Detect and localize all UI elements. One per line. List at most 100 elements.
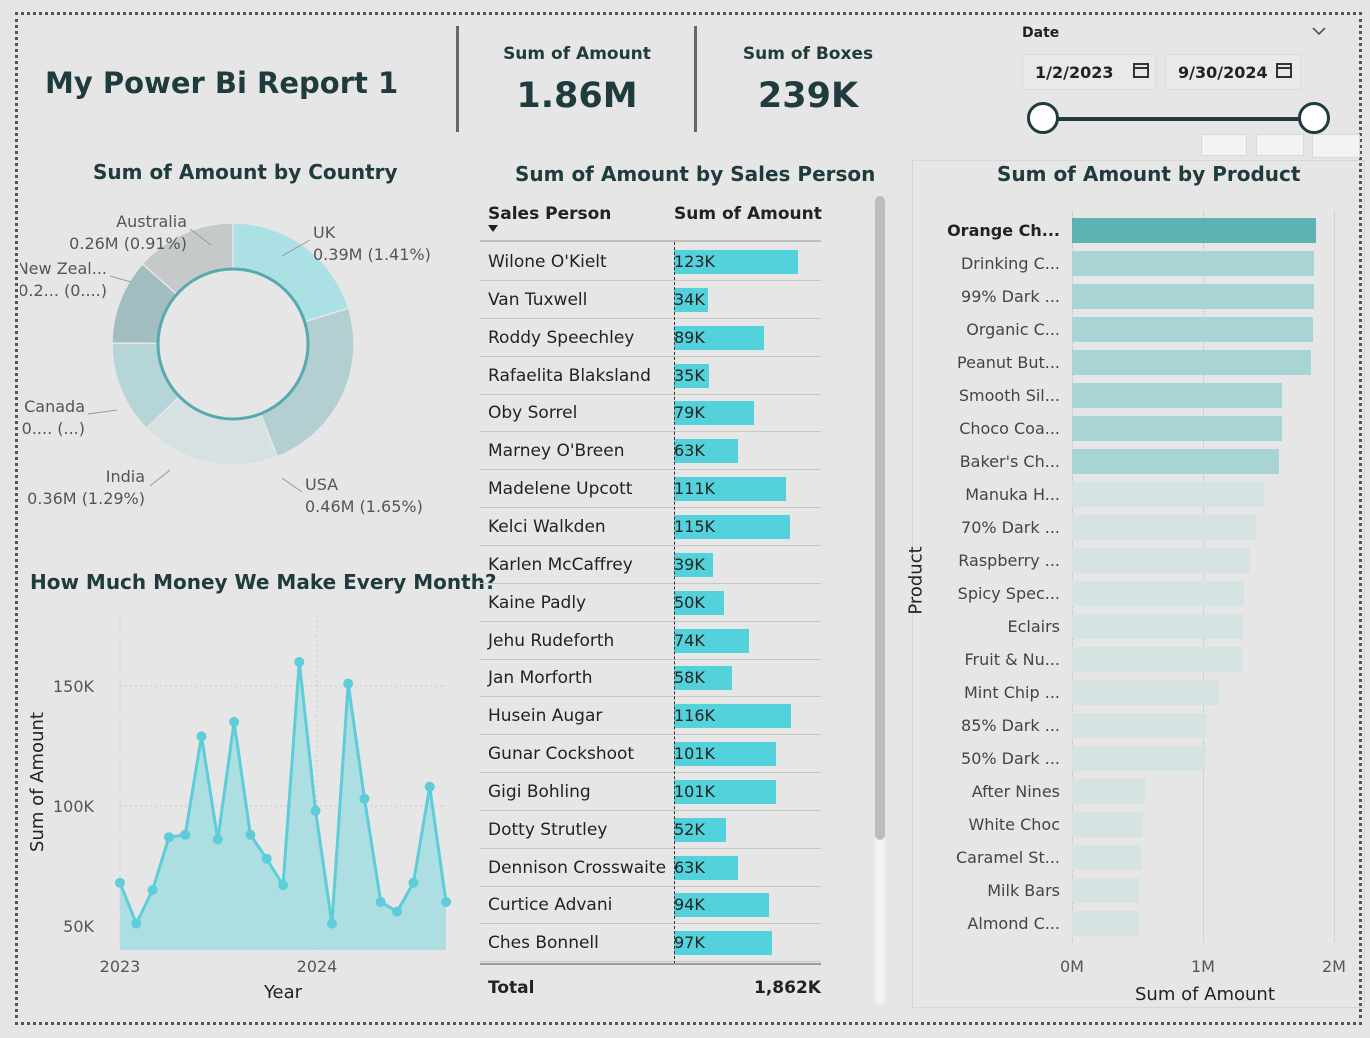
data-point[interactable]	[163, 832, 174, 843]
table-row[interactable]: Gunar Cockshoot 101K	[480, 735, 821, 774]
product-bar[interactable]	[1072, 647, 1242, 672]
calendar-icon[interactable]	[1276, 63, 1292, 78]
focus-mode-button[interactable]	[1201, 134, 1247, 156]
table-row[interactable]: Kelci Walkden 115K	[480, 508, 821, 546]
product-bar[interactable]	[1072, 416, 1282, 441]
sales-person-name: Curtice Advani	[488, 895, 613, 916]
column-header-sum-of-amount[interactable]: Sum of Amount	[674, 204, 822, 224]
product-bar[interactable]	[1072, 680, 1219, 705]
table-row[interactable]: Wilone O'Kielt 123K	[480, 243, 821, 281]
amount-value: 63K	[674, 857, 705, 877]
table-row[interactable]: Roddy Speechley 89K	[480, 319, 821, 357]
product-bar[interactable]	[1072, 812, 1144, 837]
chevron-down-icon[interactable]	[1310, 24, 1328, 38]
table-row[interactable]: Ches Bonnell 97K	[480, 924, 821, 963]
date-range-start-handle[interactable]	[1027, 102, 1059, 134]
table-row[interactable]: Dennison Crosswaite 63K	[480, 849, 821, 887]
sort-descending-icon[interactable]	[487, 224, 499, 233]
sales-person-name: Gunar Cockshoot	[488, 744, 635, 765]
product-bar[interactable]	[1072, 911, 1139, 936]
product-bar[interactable]	[1072, 746, 1207, 771]
product-bar[interactable]	[1072, 251, 1315, 276]
product-bar[interactable]	[1072, 284, 1314, 309]
data-point[interactable]	[310, 805, 321, 816]
product-bar[interactable]	[1072, 845, 1143, 870]
product-bar[interactable]	[1072, 383, 1283, 408]
line-chart[interactable]: 150K 100K 50K 2023 2024 Year Sum of Amount	[20, 600, 460, 1010]
table-row[interactable]: Marney O'Breen 63K	[480, 432, 821, 471]
data-point[interactable]	[424, 781, 435, 792]
y-axis-title: Sum of Amount	[27, 712, 48, 852]
table-row[interactable]: Oby Sorrel 79K	[480, 394, 821, 433]
product-bar[interactable]	[1072, 350, 1312, 375]
visual-options-button[interactable]	[1312, 134, 1360, 158]
product-bar[interactable]	[1072, 482, 1264, 507]
table-header-divider	[480, 240, 821, 242]
table-total-divider	[480, 963, 821, 965]
data-point[interactable]	[115, 877, 125, 888]
sales-person-name: Rafaelita Blaksland	[488, 365, 651, 386]
x-tick-label: 2M	[1322, 957, 1346, 976]
card-sum-of-boxes[interactable]: Sum of Boxes 239K	[698, 44, 918, 116]
data-point[interactable]	[131, 918, 142, 929]
product-bar[interactable]	[1072, 548, 1251, 573]
data-point[interactable]	[343, 678, 354, 689]
data-point[interactable]	[326, 918, 337, 929]
product-label: Almond C...	[967, 914, 1060, 933]
product-label: White Choc	[968, 815, 1060, 834]
product-bar[interactable]	[1072, 713, 1207, 738]
table-row[interactable]: Curtice Advani 94K	[480, 886, 821, 925]
product-bar[interactable]	[1072, 218, 1316, 243]
data-point[interactable]	[180, 829, 191, 840]
product-bar[interactable]	[1072, 878, 1140, 903]
product-bar[interactable]	[1072, 449, 1279, 474]
column-header-sales-person[interactable]: Sales Person	[488, 204, 611, 224]
table-row[interactable]: Madelene Upcott 111K	[480, 470, 821, 509]
table-row[interactable]: Karlen McCaffrey 39K	[480, 546, 821, 584]
data-point[interactable]	[245, 829, 256, 840]
table-row[interactable]: Dotty Strutley 52K	[480, 811, 821, 849]
amount-value: 89K	[674, 327, 705, 347]
data-point[interactable]	[408, 877, 419, 888]
data-point[interactable]	[294, 657, 305, 667]
amount-value: 97K	[674, 933, 705, 953]
data-point[interactable]	[359, 793, 370, 804]
calendar-icon[interactable]	[1133, 63, 1149, 78]
card-sum-of-amount[interactable]: Sum of Amount 1.86M	[460, 44, 694, 116]
table-scrollbar-thumb[interactable]	[875, 196, 885, 840]
date-range-end-handle[interactable]	[1298, 102, 1330, 134]
card-label: Sum of Boxes	[742, 44, 874, 64]
table-row[interactable]: Rafaelita Blaksland 35K	[480, 357, 821, 395]
data-point[interactable]	[212, 834, 223, 845]
data-point[interactable]	[229, 717, 240, 727]
date-end-input[interactable]: 9/30/2024	[1165, 54, 1301, 90]
table-row[interactable]: Husein Augar 116K	[480, 697, 821, 736]
data-point[interactable]	[196, 731, 207, 742]
product-bar[interactable]	[1072, 515, 1257, 540]
data-point[interactable]	[392, 906, 403, 917]
donut-chart[interactable]: UK 0.39M (1.41%) USA 0.46M (1.65%) India 0.36…	[20, 200, 460, 520]
data-point[interactable]	[147, 885, 158, 895]
product-chart-y-axis-title: Product	[905, 546, 927, 615]
x-tick-label: 1M	[1191, 957, 1215, 976]
table-row[interactable]: Kaine Padly 50K	[480, 584, 821, 622]
table-row[interactable]: Gigi Bohling 101K	[480, 773, 821, 811]
data-point[interactable]	[441, 897, 451, 907]
product-bar[interactable]	[1072, 317, 1314, 342]
table-row[interactable]: Jan Morforth 58K	[480, 659, 821, 698]
product-bar[interactable]	[1072, 581, 1245, 606]
more-options-button[interactable]	[1256, 134, 1304, 156]
table-row[interactable]: Van Tuxwell 34K	[480, 281, 821, 319]
data-point[interactable]	[375, 897, 386, 907]
table-total-label: Total	[488, 978, 535, 998]
sales-person-name: Van Tuxwell	[488, 289, 588, 310]
product-label: 70% Dark ...	[961, 518, 1060, 537]
table-row[interactable]: Jehu Rudeforth 74K	[480, 622, 821, 660]
date-start-input[interactable]: 1/2/2023	[1022, 54, 1156, 90]
donut-inner-ring	[156, 267, 310, 421]
data-point[interactable]	[261, 853, 272, 864]
data-point[interactable]	[278, 880, 288, 891]
date-range-slider-track[interactable]	[1044, 117, 1314, 121]
product-bar[interactable]	[1072, 614, 1243, 639]
product-bar[interactable]	[1072, 779, 1146, 804]
